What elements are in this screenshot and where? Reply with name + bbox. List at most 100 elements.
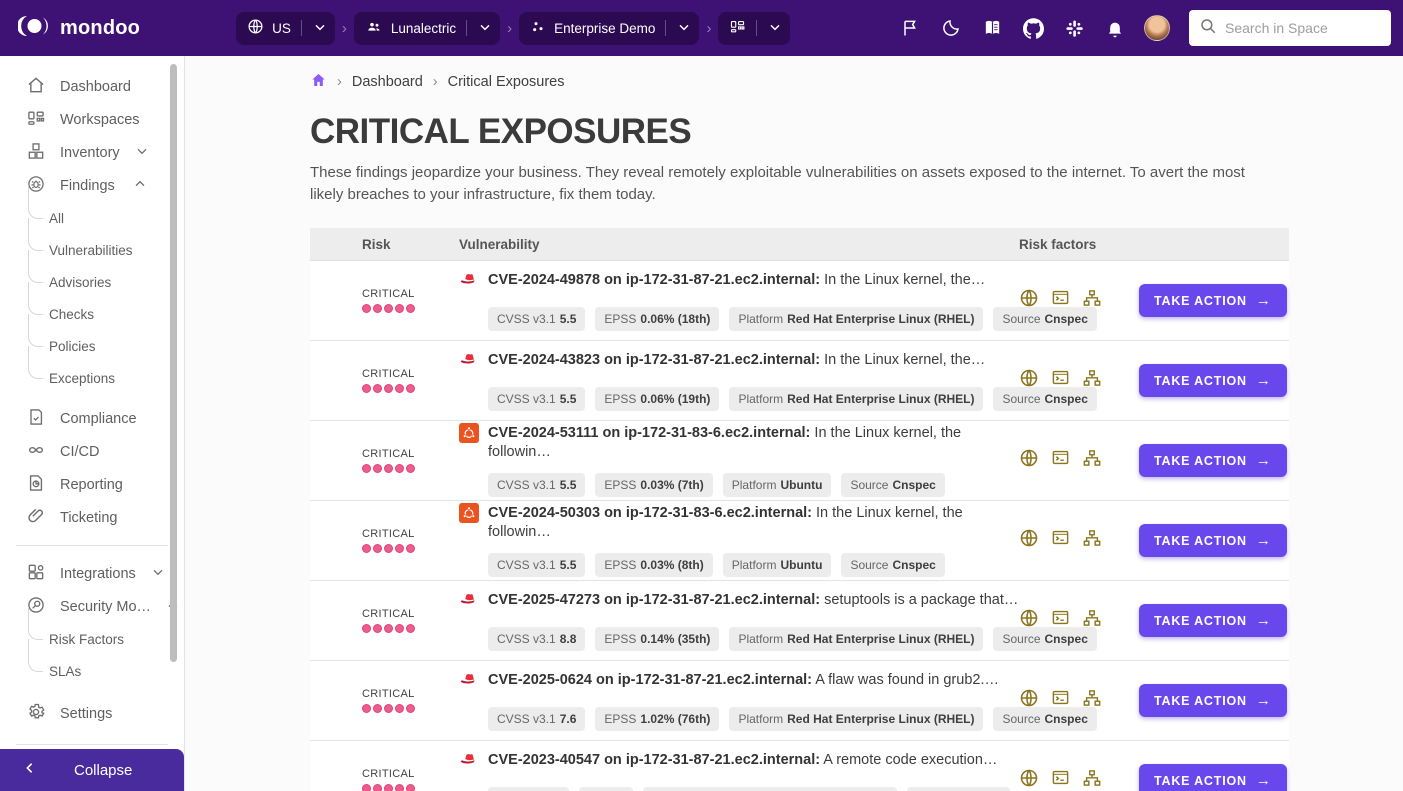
take-action-button[interactable]: TAKE ACTION→ (1139, 764, 1287, 791)
page-title: CRITICAL EXPOSURES (310, 112, 1403, 152)
chevron-down-icon[interactable] (312, 19, 328, 38)
severity-dot (395, 784, 404, 791)
action-cell: TAKE ACTION→ (1139, 524, 1289, 557)
severity-label: CRITICAL (362, 288, 459, 300)
take-action-button[interactable]: TAKE ACTION→ (1139, 284, 1287, 317)
dark-mode-moon-icon[interactable] (939, 16, 963, 40)
table-row[interactable]: CRITICAL CVE-2024-49878 on ip-172-31-87-… (310, 261, 1289, 341)
organization-people-icon (365, 19, 383, 38)
avatar[interactable] (1144, 15, 1170, 41)
take-action-button[interactable]: TAKE ACTION→ (1139, 444, 1287, 477)
org-selector[interactable]: Lunalectric (354, 12, 500, 45)
chevron-down-icon[interactable] (767, 19, 783, 38)
chevron-down-icon[interactable] (150, 564, 166, 584)
sidebar-item-settings[interactable]: Settings (0, 697, 184, 730)
sidebar-label: Compliance (60, 411, 137, 427)
ubuntu-icon (459, 503, 479, 529)
region-label: US (272, 21, 291, 36)
flag-icon[interactable] (898, 16, 922, 40)
vulnerability-title[interactable]: CVE-2024-43823 on ip-172-31-87-21.ec2.in… (488, 351, 985, 370)
table-row[interactable]: CRITICAL CVE-2025-47273 on ip-172-31-87-… (310, 581, 1289, 661)
metadata-badge: PlatformRed Hat Enterprise Linux (RHEL) (729, 387, 983, 411)
severity-dot (373, 464, 382, 473)
sidebar-item-exceptions[interactable]: Exceptions (0, 362, 184, 394)
vulnerability-title[interactable]: CVE-2023-40547 on ip-172-31-87-21.ec2.in… (488, 751, 997, 770)
chevron-separator: › (342, 20, 347, 37)
risk-factors-cell (1019, 768, 1139, 791)
vulnerability-title[interactable]: CVE-2025-47273 on ip-172-31-87-21.ec2.in… (488, 591, 1018, 610)
notifications-bell-icon[interactable] (1103, 16, 1127, 40)
chevron-up-icon[interactable] (132, 176, 148, 196)
severity-dot (406, 304, 415, 313)
arrow-right-icon: → (1256, 452, 1272, 469)
chevron-down-icon[interactable] (134, 143, 150, 163)
vulnerability-cell: CVE-2025-47273 on ip-172-31-87-21.ec2.in… (459, 591, 1019, 651)
badges: CVSS v3.1 EPSS PlatformRed Hat Enterpris… (488, 787, 1019, 791)
page-description: These findings jeopardize your business.… (310, 162, 1270, 206)
metadata-badge: CVSS v3.15.5 (488, 473, 585, 497)
table-row[interactable]: CRITICAL CVE-2024-53111 on ip-172-31-83-… (310, 421, 1289, 501)
sidebar-item-compliance[interactable]: Compliance (0, 402, 184, 435)
sidebar-item-inventory[interactable]: Inventory (0, 136, 184, 169)
severity-label: CRITICAL (362, 448, 459, 460)
breadcrumb-home-icon[interactable] (310, 72, 327, 92)
table-row[interactable]: CRITICAL CVE-2025-0624 on ip-172-31-87-2… (310, 661, 1289, 741)
mondoo-logo[interactable]: mondoo (18, 14, 140, 43)
region-selector[interactable]: US (236, 12, 335, 45)
sidebar-item-cicd[interactable]: CI/CD (0, 435, 184, 468)
sidebar-item-dashboard[interactable]: Dashboard (0, 70, 184, 103)
table-row[interactable]: CRITICAL CVE-2023-40547 on ip-172-31-87-… (310, 741, 1289, 791)
sidebar-divider (16, 545, 168, 546)
search-input[interactable] (1225, 20, 1381, 36)
vulnerability-cell: CVE-2024-53111 on ip-172-31-83-6.ec2.int… (459, 424, 1019, 497)
search-icon (1199, 17, 1217, 40)
severity-dot (406, 624, 415, 633)
github-icon[interactable] (1021, 16, 1045, 40)
header-risk-factors: Risk factors (1019, 237, 1139, 252)
gear-icon (26, 702, 46, 726)
severity-dots (362, 384, 459, 393)
vulnerability-title[interactable]: CVE-2024-50303 on ip-172-31-83-6.ec2.int… (488, 504, 1019, 542)
metadata-badge: EPSS0.03% (7th) (595, 473, 712, 497)
table-row[interactable]: CRITICAL CVE-2024-43823 on ip-172-31-87-… (310, 341, 1289, 421)
sidebar-item-integrations[interactable]: Integrations (0, 557, 184, 590)
collapse-button[interactable]: Collapse (0, 749, 184, 791)
sidebar-item-workspaces[interactable]: Workspaces (0, 103, 184, 136)
breadcrumb-dashboard[interactable]: Dashboard (352, 74, 423, 90)
take-action-button[interactable]: TAKE ACTION→ (1139, 684, 1287, 717)
severity-dots (362, 624, 459, 633)
internet-facing-globe-icon (1019, 368, 1039, 393)
vulnerability-title[interactable]: CVE-2024-49878 on ip-172-31-87-21.ec2.in… (488, 271, 985, 290)
take-action-button[interactable]: TAKE ACTION→ (1139, 604, 1287, 637)
search-box (1189, 10, 1391, 46)
vulnerability-title[interactable]: CVE-2025-0624 on ip-172-31-87-21.ec2.int… (488, 671, 999, 690)
severity-dot (373, 384, 382, 393)
sidebar-label: CI/CD (60, 444, 99, 460)
chevron-down-icon[interactable] (477, 19, 493, 38)
action-cell: TAKE ACTION→ (1139, 444, 1289, 477)
sidebar-item-slas[interactable]: SLAs (0, 655, 184, 687)
severity-dot (406, 464, 415, 473)
space-selector[interactable]: Enterprise Demo (519, 12, 699, 45)
workspace-selector[interactable] (718, 12, 790, 45)
risk-factors-cell (1019, 688, 1139, 713)
sidebar-scrollbar[interactable] (170, 64, 177, 662)
risk-factors-cell (1019, 288, 1139, 313)
take-action-button[interactable]: TAKE ACTION→ (1139, 524, 1287, 557)
severity-dot (384, 304, 393, 313)
sidebar-item-reporting[interactable]: Reporting (0, 468, 184, 501)
findings-table-body: CRITICAL CVE-2024-49878 on ip-172-31-87-… (310, 261, 1289, 791)
metadata-badge: CVSS v3.15.5 (488, 307, 585, 331)
workspace-grid-icon (729, 18, 746, 38)
take-action-button[interactable]: TAKE ACTION→ (1139, 364, 1287, 397)
network-sitemap-icon (1082, 528, 1102, 553)
slack-icon[interactable] (1062, 16, 1086, 40)
sidebar-item-ticketing[interactable]: Ticketing (0, 501, 184, 534)
table-row[interactable]: CRITICAL CVE-2024-50303 on ip-172-31-83-… (310, 501, 1289, 581)
risk-cell: CRITICAL (310, 288, 459, 313)
vulnerability-title[interactable]: CVE-2024-53111 on ip-172-31-83-6.ec2.int… (488, 424, 1019, 462)
docs-book-icon[interactable] (980, 16, 1004, 40)
chevron-down-icon[interactable] (676, 19, 692, 38)
severity-dot (362, 784, 371, 791)
severity-dot (373, 784, 382, 791)
